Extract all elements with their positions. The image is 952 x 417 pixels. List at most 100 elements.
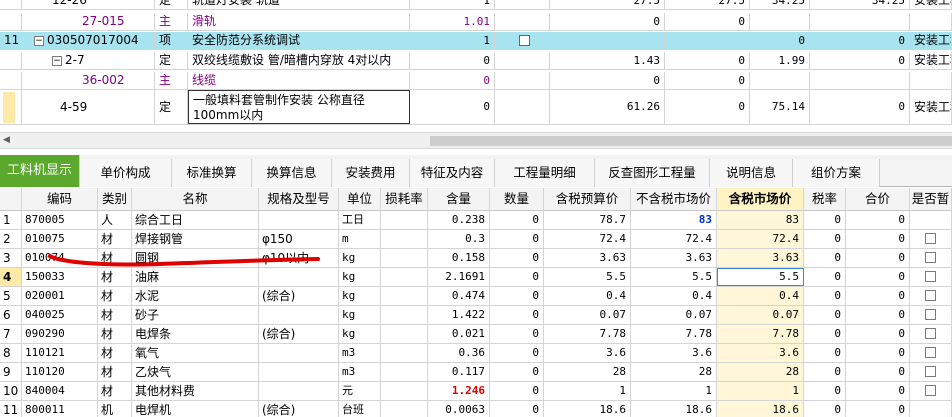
resource-market-price-ex-tax[interactable]: 7.78	[631, 325, 717, 343]
tab-9[interactable]: 说明信息	[710, 159, 793, 187]
resource-tax-rate[interactable]: 0	[804, 268, 846, 286]
resource-code[interactable]: 090290	[22, 325, 98, 343]
item-speciality[interactable]	[910, 13, 952, 30]
item-flag[interactable]	[495, 32, 550, 49]
provisional-checkbox[interactable]	[925, 309, 936, 320]
resource-row[interactable]: 1 870005 人 综合工日 工日 0.238 0 78.7 83 83 0 0	[0, 211, 952, 230]
resource-unit[interactable]: kg	[339, 325, 381, 343]
row-number[interactable]	[0, 0, 22, 9]
resource-budget-price[interactable]: 28	[544, 363, 631, 381]
resource-category[interactable]: 材	[98, 363, 132, 381]
resource-row[interactable]: 10 840004 材其他材料费元 1.246 0 1 1 1 0 0	[0, 382, 952, 401]
item-quantity[interactable]: 1	[410, 32, 495, 49]
provisional-checkbox[interactable]	[925, 385, 936, 396]
item-flag[interactable]	[495, 52, 550, 69]
resource-spec[interactable]	[259, 306, 339, 324]
resource-loss-rate[interactable]	[381, 306, 428, 324]
resource-unit[interactable]: m	[339, 230, 381, 248]
resource-unit[interactable]: m3	[339, 363, 381, 381]
item-speciality[interactable]	[910, 72, 952, 89]
resource-budget-price[interactable]: 0.4	[544, 287, 631, 305]
resource-unit[interactable]: kg	[339, 268, 381, 286]
item-row[interactable]: 27-015 主 滑轨 1.01 0 0	[0, 13, 952, 31]
resource-loss-rate[interactable]	[381, 230, 428, 248]
provisional-checkbox[interactable]	[925, 233, 936, 244]
resource-budget-price[interactable]: 7.78	[544, 325, 631, 343]
resource-unit[interactable]: 元	[339, 382, 381, 400]
resource-budget-price[interactable]: 3.6	[544, 344, 631, 362]
resource-name[interactable]: 氧气	[132, 344, 259, 362]
resource-content[interactable]: 0.117	[428, 363, 490, 381]
resource-quantity[interactable]: 0	[490, 249, 544, 267]
resource-code[interactable]: 110121	[22, 344, 98, 362]
row-number[interactable]	[0, 52, 22, 69]
item-type[interactable]: 主	[155, 72, 188, 89]
resource-quantity[interactable]: 0	[490, 287, 544, 305]
item-name[interactable]: 一般填料套管制作安装 公称直径100mm以内	[188, 90, 410, 124]
resource-loss-rate[interactable]	[381, 249, 428, 267]
tab-3[interactable]: 标准换算	[172, 159, 252, 187]
item-quantity[interactable]: 0	[410, 72, 495, 89]
resource-provisional[interactable]	[910, 306, 952, 324]
resource-market-price-in-tax[interactable]: 28	[717, 363, 804, 381]
resource-market-price-ex-tax[interactable]: 72.4	[631, 230, 717, 248]
resource-category[interactable]: 材	[98, 249, 132, 267]
item-value-1[interactable]: 1.43	[550, 52, 665, 69]
item-value-1[interactable]: 27.5	[550, 0, 665, 9]
item-name[interactable]: 线缆	[188, 72, 410, 89]
tab-5[interactable]: 安装费用	[332, 159, 410, 187]
resource-total[interactable]: 0	[846, 382, 910, 400]
resource-category[interactable]: 材	[98, 306, 132, 324]
resource-loss-rate[interactable]	[381, 363, 428, 381]
resource-provisional[interactable]	[910, 287, 952, 305]
resource-content[interactable]: 1.422	[428, 306, 490, 324]
resource-tax-rate[interactable]: 0	[804, 382, 846, 400]
resource-loss-rate[interactable]	[381, 211, 428, 229]
resource-name[interactable]: 水泥	[132, 287, 259, 305]
item-value-3[interactable]	[750, 72, 810, 89]
resource-category[interactable]: 材	[98, 325, 132, 343]
resource-budget-price[interactable]: 3.63	[544, 249, 631, 267]
resource-market-price-in-tax[interactable]: 0.4	[717, 287, 804, 305]
resource-market-price-ex-tax[interactable]: 18.6	[631, 401, 717, 417]
resource-market-price-ex-tax[interactable]: 0.07	[631, 306, 717, 324]
resource-name[interactable]: 乙炔气	[132, 363, 259, 381]
resource-total[interactable]: 0	[846, 306, 910, 324]
resource-category[interactable]: 材	[98, 230, 132, 248]
resource-quantity[interactable]: 0	[490, 306, 544, 324]
column-header-resource-code[interactable]: 编码	[22, 188, 98, 210]
column-header-resource-tax-rate[interactable]: 税率	[804, 188, 846, 210]
tab-7[interactable]: 工程量明细	[495, 159, 595, 187]
resource-content[interactable]: 0.021	[428, 325, 490, 343]
column-header-resource-spec[interactable]: 规格及型号	[259, 188, 339, 210]
resource-content[interactable]: 0.158	[428, 249, 490, 267]
resource-unit[interactable]: 台班	[339, 401, 381, 417]
resource-spec[interactable]: φ150	[259, 230, 339, 248]
resource-loss-rate[interactable]	[381, 268, 428, 286]
item-value-2[interactable]	[665, 32, 750, 49]
resource-budget-price[interactable]: 72.4	[544, 230, 631, 248]
resource-provisional[interactable]	[910, 344, 952, 362]
resource-market-price-ex-tax[interactable]: 3.6	[631, 344, 717, 362]
resource-total[interactable]: 0	[846, 363, 910, 381]
resource-total[interactable]: 0	[846, 230, 910, 248]
resource-code[interactable]: 840004	[22, 382, 98, 400]
column-header-resource-category[interactable]: 类别	[98, 188, 132, 210]
item-value-2[interactable]: 27.5	[665, 0, 750, 9]
resource-unit[interactable]: kg	[339, 306, 381, 324]
item-value-2[interactable]: 0	[665, 52, 750, 69]
item-row[interactable]: −2-7 定 双绞线缆敷设 管/暗槽内穿放 4对以内 0 1.43 0 1.99 0 安装工程	[0, 52, 952, 70]
resource-spec[interactable]	[259, 363, 339, 381]
resource-quantity[interactable]: 0	[490, 325, 544, 343]
resource-total[interactable]: 0	[846, 211, 910, 229]
resource-code[interactable]: 010075	[22, 230, 98, 248]
item-value-3[interactable]: 75.14	[750, 90, 810, 124]
resource-content[interactable]: 0.474	[428, 287, 490, 305]
resource-code[interactable]: 150033	[22, 268, 98, 286]
resource-budget-price[interactable]: 1	[544, 382, 631, 400]
tab-2[interactable]: 单价构成	[80, 159, 172, 187]
resource-provisional[interactable]	[910, 230, 952, 248]
resource-provisional[interactable]	[910, 249, 952, 267]
resource-provisional[interactable]	[910, 211, 952, 229]
item-value-1[interactable]	[550, 32, 665, 49]
